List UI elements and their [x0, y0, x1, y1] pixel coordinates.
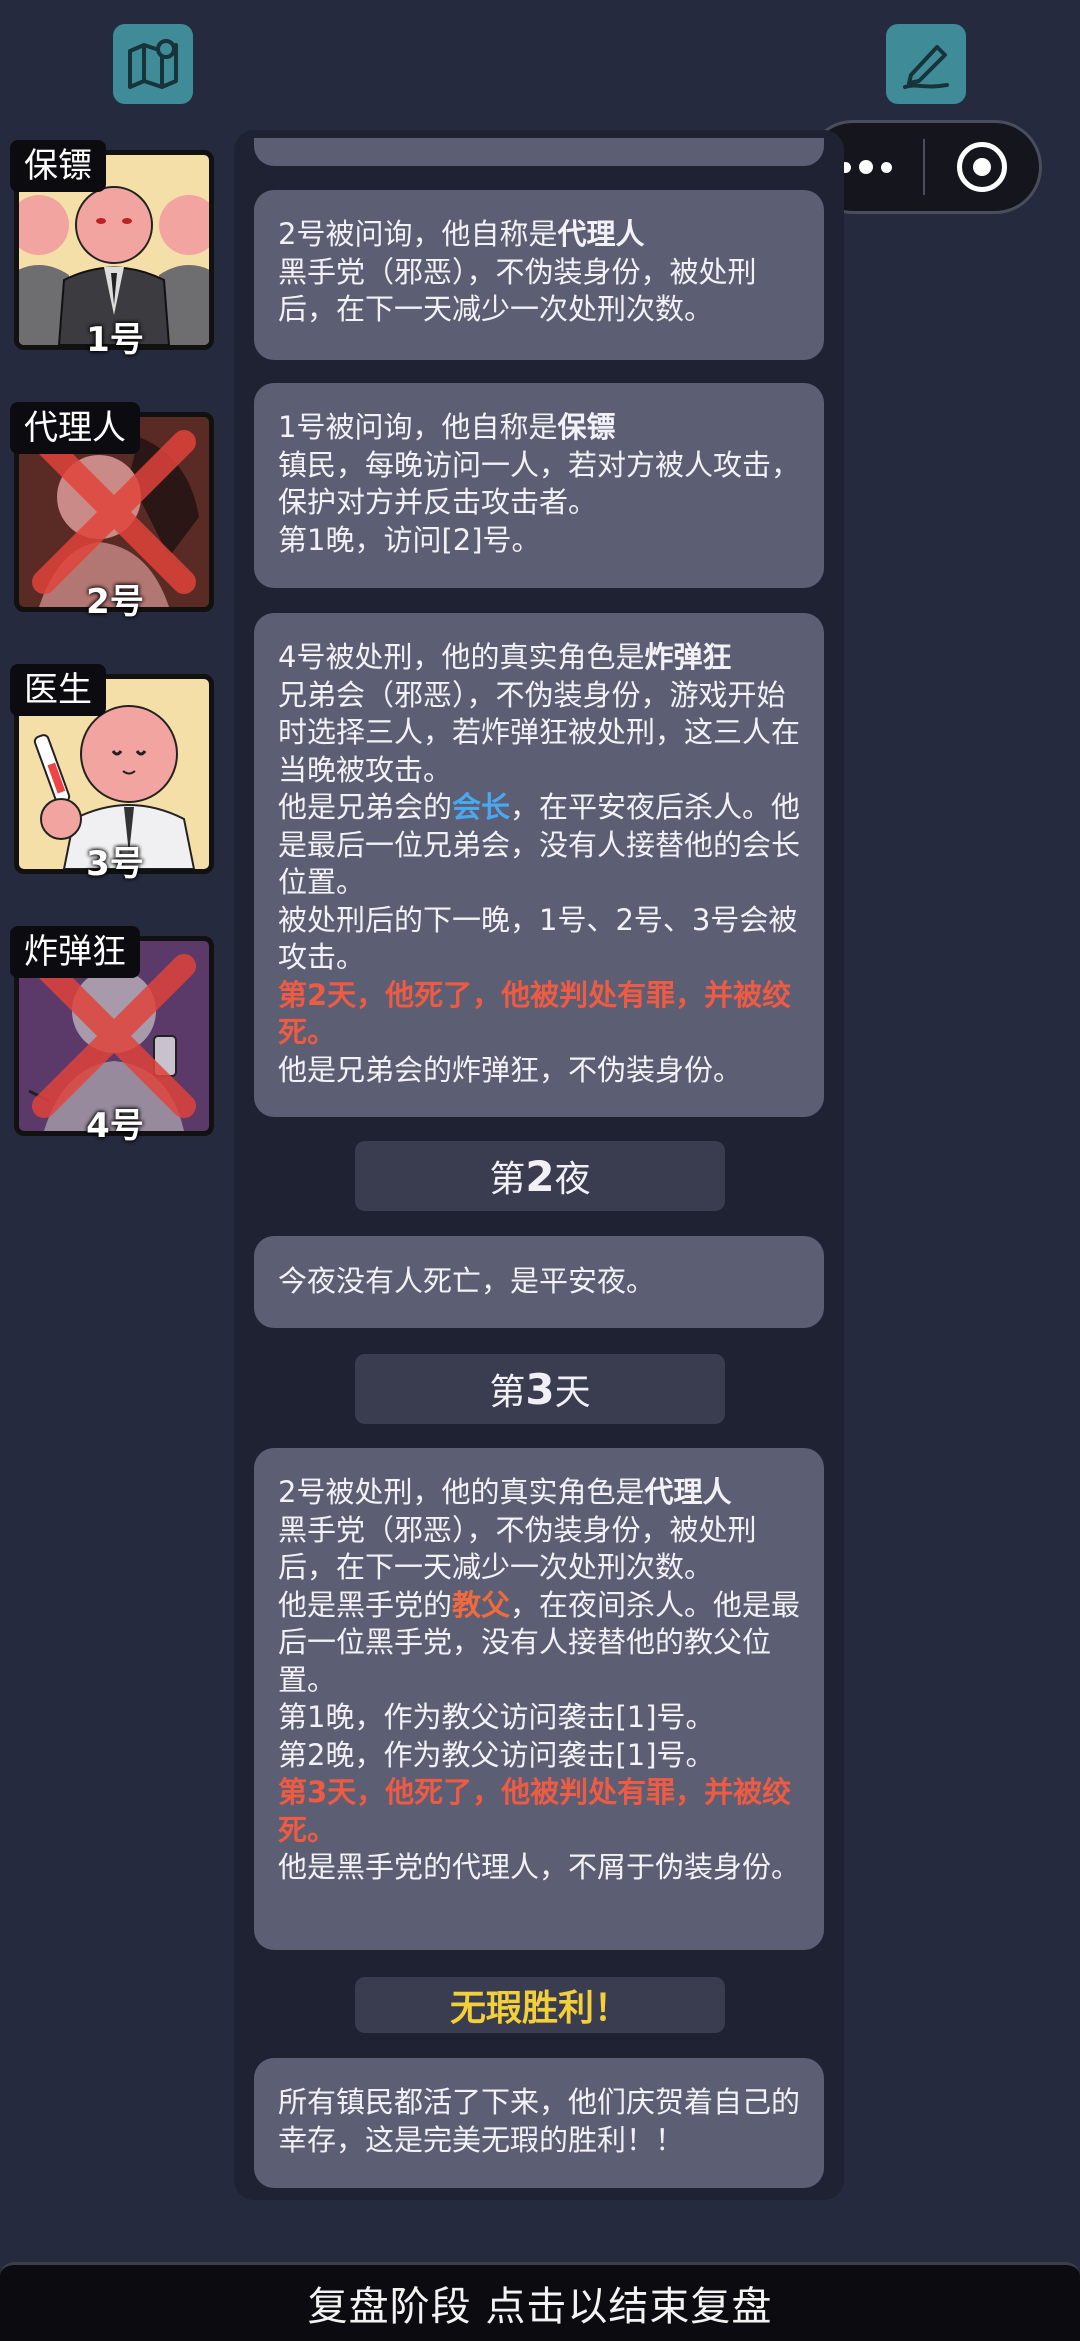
log-message: 今夜没有人死亡，是平安夜。: [254, 1236, 824, 1328]
player-number: 4号: [86, 1106, 144, 1146]
map-icon[interactable]: [113, 24, 193, 104]
previous-message-tail: [254, 138, 824, 166]
player-role-label: 保镖: [10, 140, 106, 192]
night-2-header: 第2夜: [355, 1141, 725, 1211]
player-role-label: 代理人: [10, 402, 140, 454]
day-3-header: 第3天: [355, 1354, 725, 1424]
end-review-label: 复盘阶段 点击以结束复盘: [307, 2284, 773, 2330]
player-role-label: 炸弹狂: [10, 926, 140, 978]
player-number: 1号: [86, 320, 144, 360]
end-review-button[interactable]: 复盘阶段 点击以结束复盘: [0, 2262, 1080, 2341]
victory-header: 无瑕胜利！: [355, 1977, 725, 2033]
pen-icon[interactable]: [886, 24, 966, 104]
player-number: 2号: [86, 582, 144, 622]
player-card-2[interactable]: 代理人 2号: [10, 402, 220, 622]
close-target-icon[interactable]: [925, 123, 1039, 211]
player-role-label: 医生: [10, 664, 106, 716]
player-card-4[interactable]: 炸弹狂 4号: [10, 926, 220, 1146]
player-card-1[interactable]: 保镖 1号: [10, 140, 220, 360]
player-card-3[interactable]: 医生 3号: [10, 664, 220, 884]
log-message: 4号被处刑，他的真实角色是炸弹狂 兄弟会（邪恶），不伪装身份，游戏开始时选择三人…: [254, 613, 824, 1117]
log-message: 1号被问询，他自称是保镖 镇民，每晚访问一人，若对方被人攻击，保护对方并反击攻击…: [254, 383, 824, 588]
log-message: 所有镇民都活了下来，他们庆贺着自己的幸存，这是完美无瑕的胜利！！: [254, 2058, 824, 2188]
player-number: 3号: [86, 844, 144, 884]
log-message: 2号被处刑，他的真实角色是代理人 黑手党（邪恶），不伪装身份，被处刑后，在下一天…: [254, 1448, 824, 1950]
log-message: 2号被问询，他自称是代理人 黑手党（邪恶），不伪装身份，被处刑后，在下一天减少一…: [254, 190, 824, 360]
